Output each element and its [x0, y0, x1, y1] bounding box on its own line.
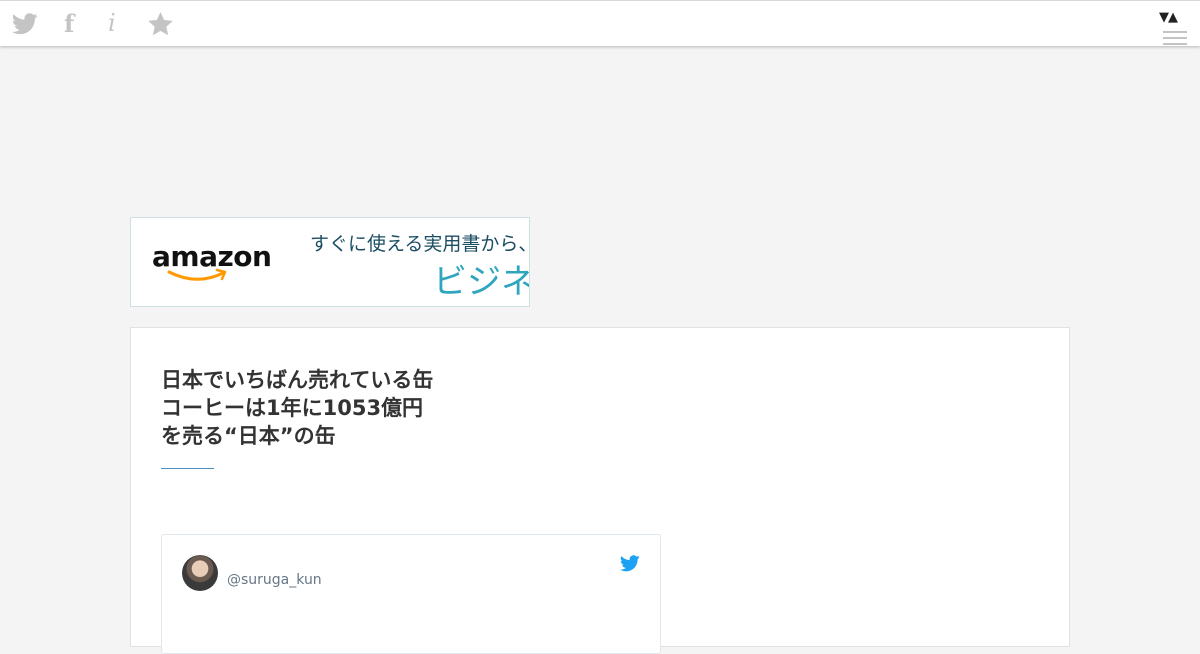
amazon-smile-icon [167, 268, 227, 281]
info-icon[interactable]: i [108, 9, 116, 37]
article-card: 日本でいちばん売れている缶 コーヒーは1年に1053億円 を売る“日本”の缶 @… [130, 327, 1070, 654]
article-title: 日本でいちばん売れている缶 コーヒーは1年に1053億円 を売る“日本”の缶 [161, 366, 681, 450]
embedded-tweet[interactable]: @suruga_kun [161, 534, 661, 654]
hamburger-menu-icon[interactable] [1163, 31, 1187, 49]
title-divider [161, 468, 214, 469]
star-icon[interactable] [148, 12, 173, 40]
sort-toggle-icon[interactable]: ▼▲ [1159, 10, 1178, 25]
twitter-icon[interactable] [11, 13, 38, 39]
ad-tagline: すぐに使える実用書から、読 [310, 233, 529, 255]
tweet-handle[interactable]: @suruga_kun [227, 572, 322, 588]
twitter-bird-icon[interactable] [619, 555, 640, 576]
ad-headline: ビジネス [433, 262, 529, 302]
amazon-ad-banner[interactable]: amazon すぐに使える実用書から、読 ビジネス [130, 217, 530, 307]
article-title-line: 日本でいちばん売れている缶 [161, 368, 434, 392]
facebook-icon[interactable]: f [64, 9, 74, 38]
article-title-line: コーヒーは1年に1053億円 [161, 396, 424, 420]
avatar[interactable] [182, 555, 218, 591]
article-title-line: を売る“日本”の缶 [161, 424, 336, 448]
top-toolbar: f i ▼▲ [0, 0, 1200, 46]
